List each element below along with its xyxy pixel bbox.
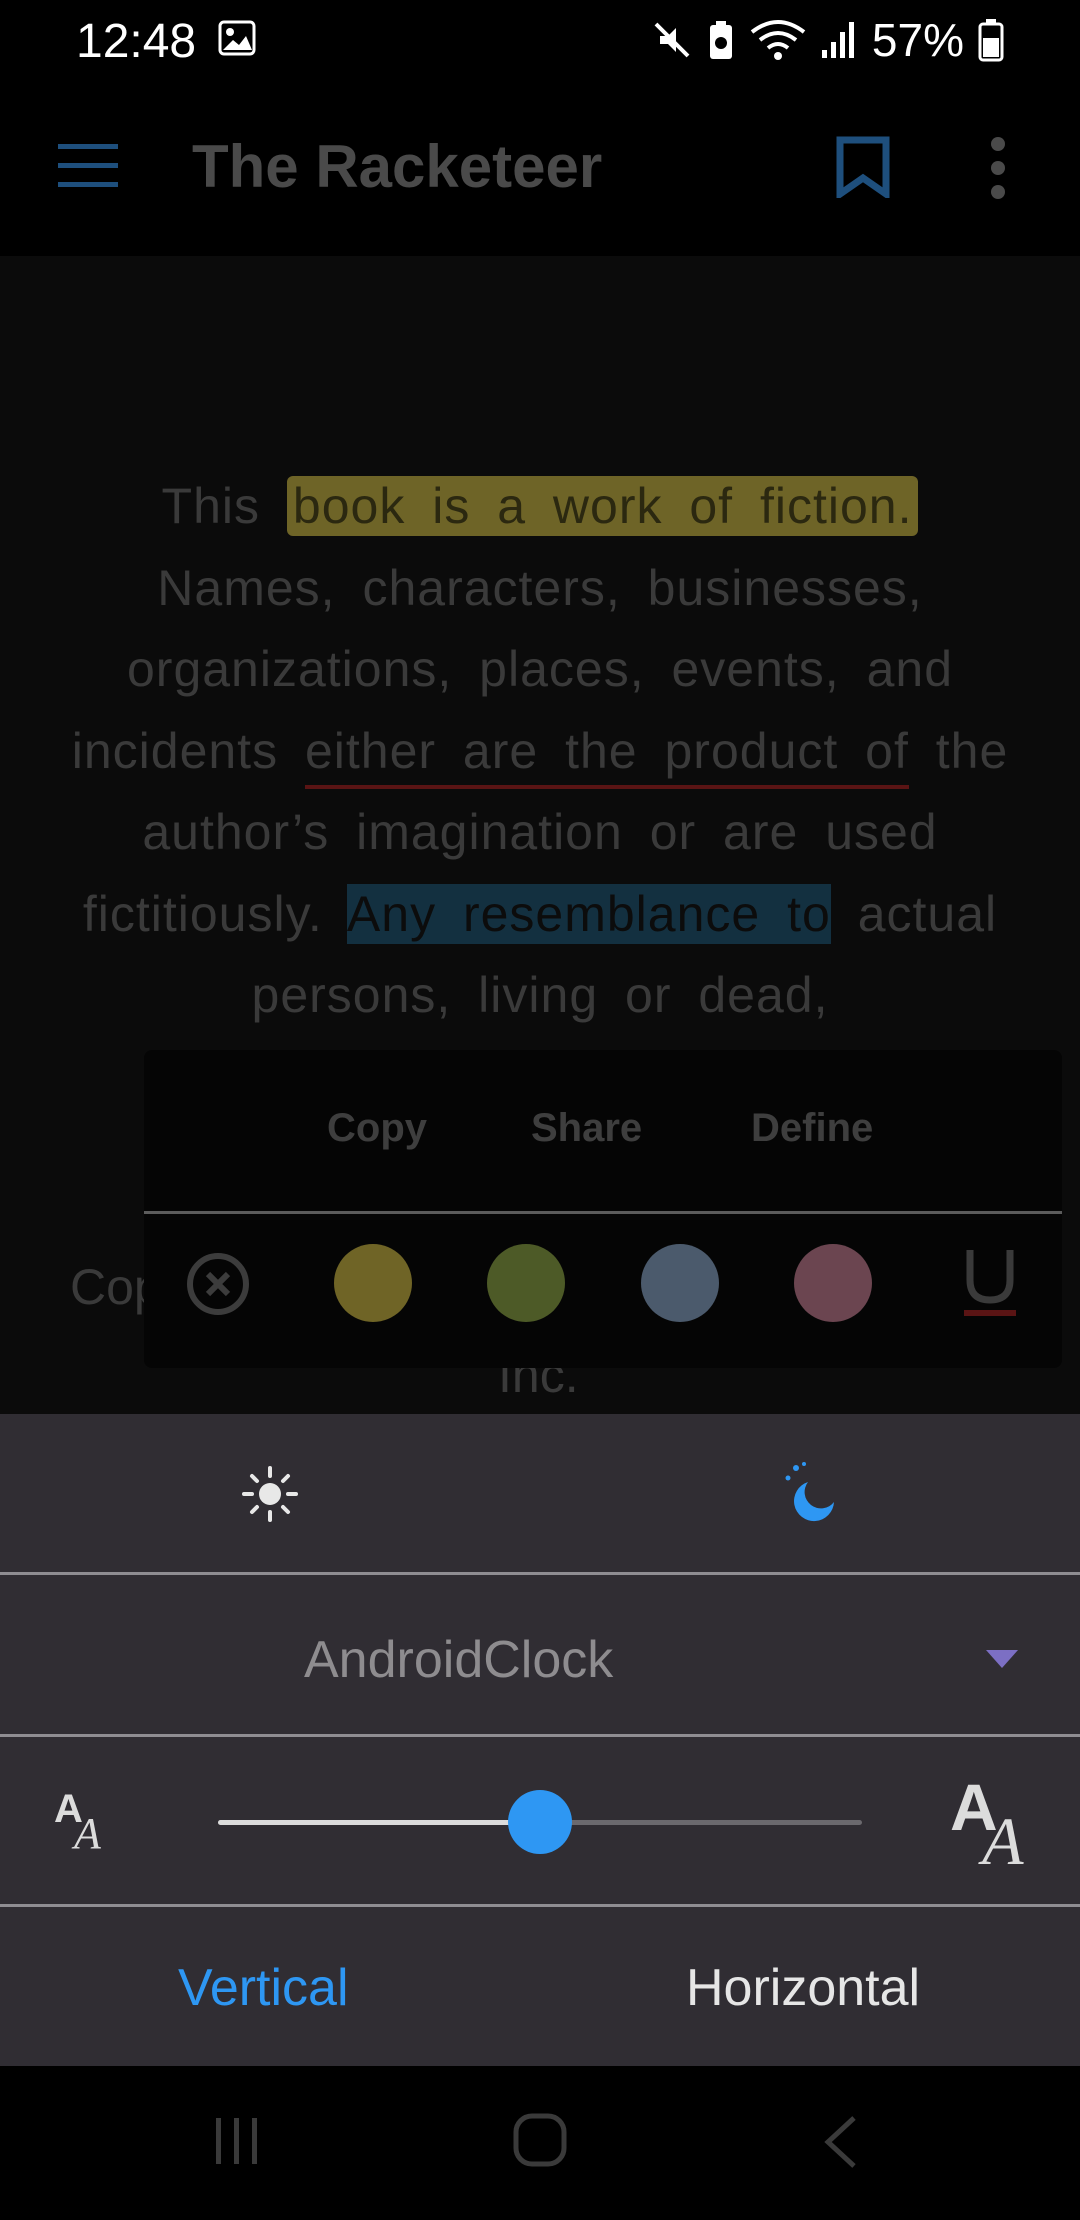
highlight-blue-button[interactable] [641,1244,719,1322]
battery-percent: 57% [871,14,964,66]
font-size-large-icon[interactable]: A A [948,1772,1044,1868]
home-icon[interactable] [512,2112,568,2168]
copy-button[interactable]: Copy [327,1106,427,1151]
mute-icon [654,22,690,58]
signal-icon [821,22,854,58]
highlight-green-button[interactable] [487,1244,565,1322]
app-toolbar: The Racketeer [0,80,1080,256]
highlight-color-row [144,1214,1062,1368]
font-selector[interactable]: AndroidClock [304,1630,613,1690]
wifi-icon [750,20,806,60]
theme-row [0,1414,1080,1572]
svg-text:A: A [978,1803,1024,1868]
font-size-small-icon[interactable]: A A [52,1786,116,1852]
dropdown-arrow-icon[interactable] [984,1648,1020,1670]
selection-actions: Copy Share Define [144,1050,1062,1210]
back-icon[interactable] [822,2114,860,2170]
svg-text:A: A [71,1809,102,1852]
red-underline[interactable]: either are the product of [304,722,909,789]
battery-icon [978,19,1004,62]
highlight-yellow-button[interactable] [334,1244,412,1322]
vertical-mode-button[interactable]: Vertical [178,1958,349,2018]
highlight-pink-button[interactable] [794,1244,872,1322]
image-icon [218,20,256,56]
book-title: The Racketeer [192,133,603,200]
clear-highlight-icon[interactable] [186,1252,250,1316]
hamburger-menu-icon[interactable] [58,144,118,188]
divider [0,1904,1080,1907]
battery-saver-icon [709,21,732,59]
underline-icon[interactable] [960,1244,1020,1318]
text-run: This [161,478,287,534]
moon-icon[interactable] [780,1458,840,1522]
more-vertical-icon[interactable] [978,136,1018,200]
navigation-bar [0,2066,1080,2220]
share-button[interactable]: Share [531,1106,642,1151]
text-selection[interactable]: Any resemblance to [346,883,831,944]
book-paragraph[interactable]: This book is a work of fiction. Names, c… [70,466,1010,1037]
divider [0,1734,1080,1737]
selection-popup: Copy Share Define [144,1050,1062,1368]
bookmark-icon[interactable] [836,136,890,198]
recent-apps-icon[interactable] [212,2116,262,2166]
sun-icon[interactable] [240,1464,300,1524]
define-button[interactable]: Define [751,1106,873,1151]
divider [0,1572,1080,1575]
status-time: 12:48 [76,15,197,68]
yellow-highlight[interactable]: book is a work of fiction. [286,476,919,536]
slider-fill [218,1820,540,1825]
status-bar: 12:48 57% [0,0,1080,80]
status-icons: 57% [652,10,1080,70]
horizontal-mode-button[interactable]: Horizontal [686,1958,920,2018]
slider-thumb[interactable] [508,1790,572,1854]
